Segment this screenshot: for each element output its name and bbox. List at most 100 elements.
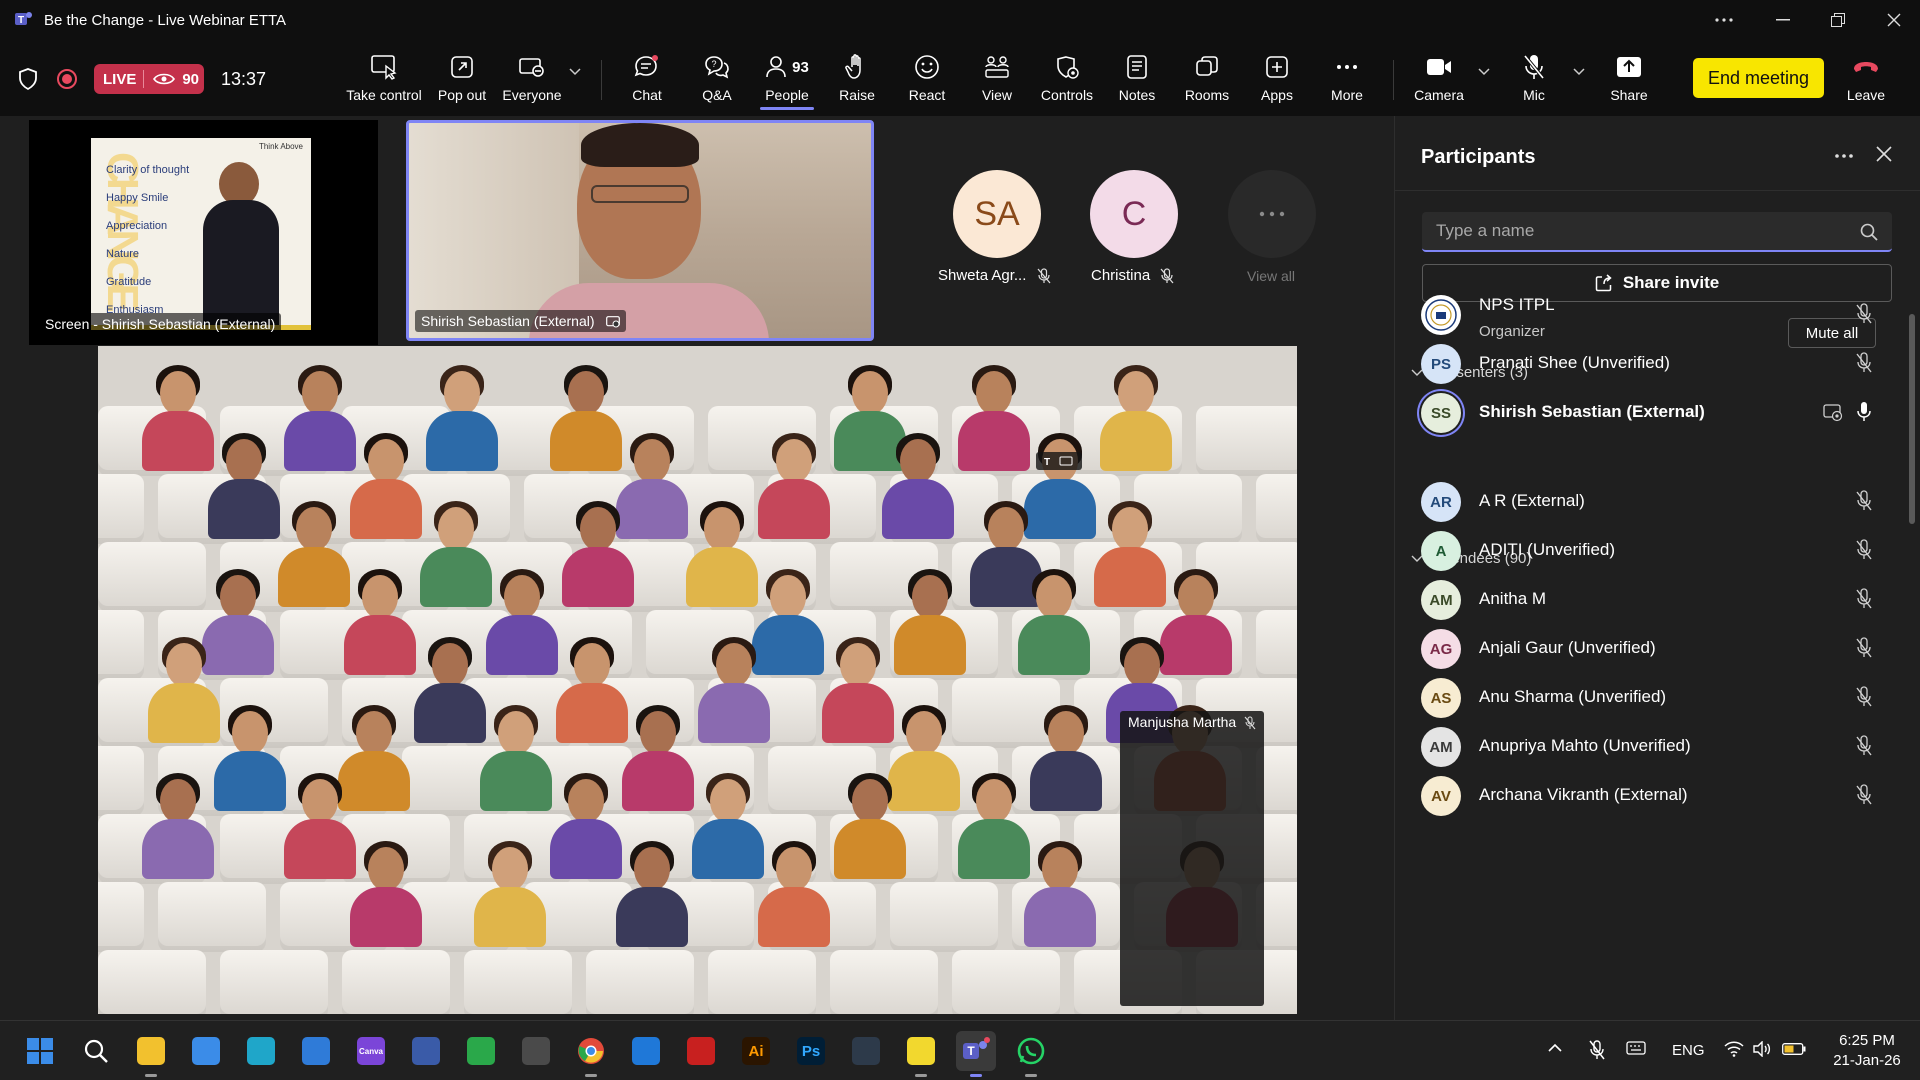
avatar-christina[interactable]: C — [1090, 170, 1178, 258]
camera-button[interactable]: Camera — [1404, 52, 1474, 116]
svg-text:T: T — [967, 1044, 975, 1058]
search-taskbar-button[interactable] — [76, 1031, 116, 1071]
everyone-button[interactable]: Everyone — [497, 52, 567, 116]
start-taskbar-button[interactable] — [20, 1031, 60, 1071]
view-button[interactable]: View — [962, 52, 1032, 116]
controls-button[interactable]: Controls — [1032, 52, 1102, 116]
minimize-icon[interactable] — [1755, 0, 1811, 40]
presenter-row[interactable]: SS Shirish Sebastian (External) — [1421, 389, 1881, 437]
raise-hand-button[interactable]: Raise — [822, 52, 892, 116]
edge-taskbar-button[interactable] — [241, 1031, 281, 1071]
avatar[interactable]: PS — [1421, 344, 1461, 384]
attendee-row[interactable]: A ADITI (Unverified) — [1421, 527, 1881, 575]
attendee-row[interactable]: AG Anjali Gaur (Unverified) — [1421, 625, 1881, 673]
mic-button[interactable]: Mic — [1499, 52, 1569, 116]
todo-taskbar-button[interactable] — [296, 1031, 336, 1071]
chat-button[interactable]: Chat — [612, 52, 682, 116]
shield-icon[interactable] — [18, 68, 38, 90]
volume-icon[interactable] — [1752, 1041, 1772, 1057]
more-options-icon[interactable] — [1696, 0, 1752, 40]
avatar[interactable]: AS — [1421, 678, 1461, 718]
close-panel-icon[interactable] — [1876, 146, 1892, 162]
qa-button[interactable]: ? Q&A — [682, 52, 752, 116]
panel-more-icon[interactable] — [1835, 154, 1853, 158]
close-window-icon[interactable] — [1866, 0, 1920, 40]
keyboard-icon[interactable] — [1626, 1041, 1646, 1055]
chevron-down-icon[interactable] — [569, 68, 581, 76]
share-button[interactable]: Share — [1594, 52, 1664, 116]
live-badge[interactable]: LIVE 90 — [94, 64, 204, 94]
mic-off-icon[interactable] — [1855, 539, 1873, 561]
sandbox-taskbar-button[interactable] — [516, 1031, 556, 1071]
rooms-button[interactable]: Rooms — [1172, 52, 1242, 116]
take-control-button[interactable]: Take control — [346, 52, 422, 116]
mic-off-icon[interactable] — [1855, 637, 1873, 659]
restore-icon[interactable] — [1810, 0, 1866, 40]
mic-off-icon[interactable] — [1855, 588, 1873, 610]
avatar-shweta[interactable]: SA — [953, 170, 1041, 258]
show-hidden-icons-icon[interactable] — [1548, 1043, 1562, 1053]
people-button[interactable]: 93 People — [752, 52, 822, 116]
apps-button[interactable]: Apps — [1242, 52, 1312, 116]
avatar[interactable]: AV — [1421, 776, 1461, 816]
pop-out-button[interactable]: Pop out — [427, 52, 497, 116]
mic-off-icon[interactable] — [1855, 686, 1873, 708]
more-button[interactable]: More — [1312, 52, 1382, 116]
search-icon[interactable] — [1860, 223, 1878, 241]
attendee-row[interactable]: AR A R (External) — [1421, 478, 1881, 526]
search-box[interactable] — [1422, 212, 1892, 252]
microsoft-store-taskbar-button[interactable] — [186, 1031, 226, 1071]
mic-off-icon[interactable] — [1855, 490, 1873, 512]
language-indicator[interactable]: ENG — [1672, 1042, 1705, 1059]
leave-button[interactable]: Leave — [1832, 52, 1900, 116]
recording-icon[interactable] — [56, 68, 78, 90]
avatar[interactable]: AR — [1421, 482, 1461, 522]
file-explorer-taskbar-button[interactable] — [131, 1031, 171, 1077]
whatsapp-taskbar-button[interactable] — [1011, 1031, 1051, 1077]
active-speaker-tile[interactable]: Shirish Sebastian (External) — [406, 120, 874, 341]
mic-on-icon[interactable] — [1855, 401, 1873, 423]
mic-off-icon[interactable] — [1855, 303, 1873, 325]
teams-taskbar-button[interactable]: T — [956, 1031, 996, 1077]
mic-options-chevron-icon[interactable] — [1573, 68, 1585, 76]
presenter-row[interactable]: PS Pranati Shee (Unverified) — [1421, 340, 1881, 388]
avatar[interactable]: AM — [1421, 727, 1461, 767]
adobe-acrobat-taskbar-button[interactable] — [681, 1031, 721, 1071]
mic-off-icon[interactable] — [1855, 784, 1873, 806]
react-button[interactable]: React — [892, 52, 962, 116]
video-controls-icon[interactable]: T — [1036, 452, 1082, 470]
system-clock[interactable]: 6:25 PM 21-Jan-26 — [1824, 1031, 1910, 1071]
attendee-row[interactable]: AV Archana Vikranth (External) — [1421, 772, 1881, 820]
illustrator-taskbar-button[interactable]: Ai — [736, 1031, 776, 1071]
end-meeting-button[interactable]: End meeting — [1693, 58, 1824, 98]
avatar[interactable]: A — [1421, 531, 1461, 571]
mic-muted-tray-icon[interactable] — [1588, 1040, 1606, 1060]
view-all-button[interactable] — [1228, 170, 1316, 258]
anydesk-taskbar-button[interactable] — [461, 1031, 501, 1071]
wifi-icon[interactable] — [1724, 1041, 1744, 1057]
photoshop-taskbar-button[interactable]: Ps — [791, 1031, 831, 1071]
search-input[interactable] — [1436, 212, 1836, 250]
camera-options-chevron-icon[interactable] — [1478, 68, 1490, 76]
attendee-row[interactable]: AM Anupriya Mahto (Unverified) — [1421, 723, 1881, 771]
avatar[interactable] — [1421, 295, 1461, 335]
avatar[interactable]: AG — [1421, 629, 1461, 669]
avatar[interactable]: SS — [1421, 393, 1461, 433]
view-all-label[interactable]: View all — [1247, 268, 1295, 284]
mic-off-icon[interactable] — [1855, 352, 1873, 374]
attendee-row[interactable]: AM Anitha M — [1421, 576, 1881, 624]
notes-button[interactable]: Notes — [1102, 52, 1172, 116]
battery-icon[interactable] — [1782, 1043, 1806, 1055]
wifi-app-taskbar-button[interactable] — [626, 1031, 666, 1071]
attendee-row[interactable]: AS Anu Sharma (Unverified) — [1421, 674, 1881, 722]
mic-off-icon[interactable] — [1855, 735, 1873, 757]
avatar[interactable]: AM — [1421, 580, 1461, 620]
chrome-taskbar-button[interactable] — [571, 1031, 611, 1077]
visio-taskbar-button[interactable] — [846, 1031, 886, 1071]
remote-desktop-taskbar-button[interactable] — [406, 1031, 446, 1071]
canva-taskbar-button[interactable]: Canva — [351, 1031, 391, 1071]
panel-scrollbar[interactable] — [1909, 314, 1915, 524]
presenter-row[interactable]: NPS ITPL Organizer — [1421, 291, 1881, 340]
sticky-notes-taskbar-button[interactable] — [901, 1031, 941, 1077]
screen-share-tile[interactable]: CHANGE Think Above Clarity of thought Ha… — [29, 120, 378, 345]
